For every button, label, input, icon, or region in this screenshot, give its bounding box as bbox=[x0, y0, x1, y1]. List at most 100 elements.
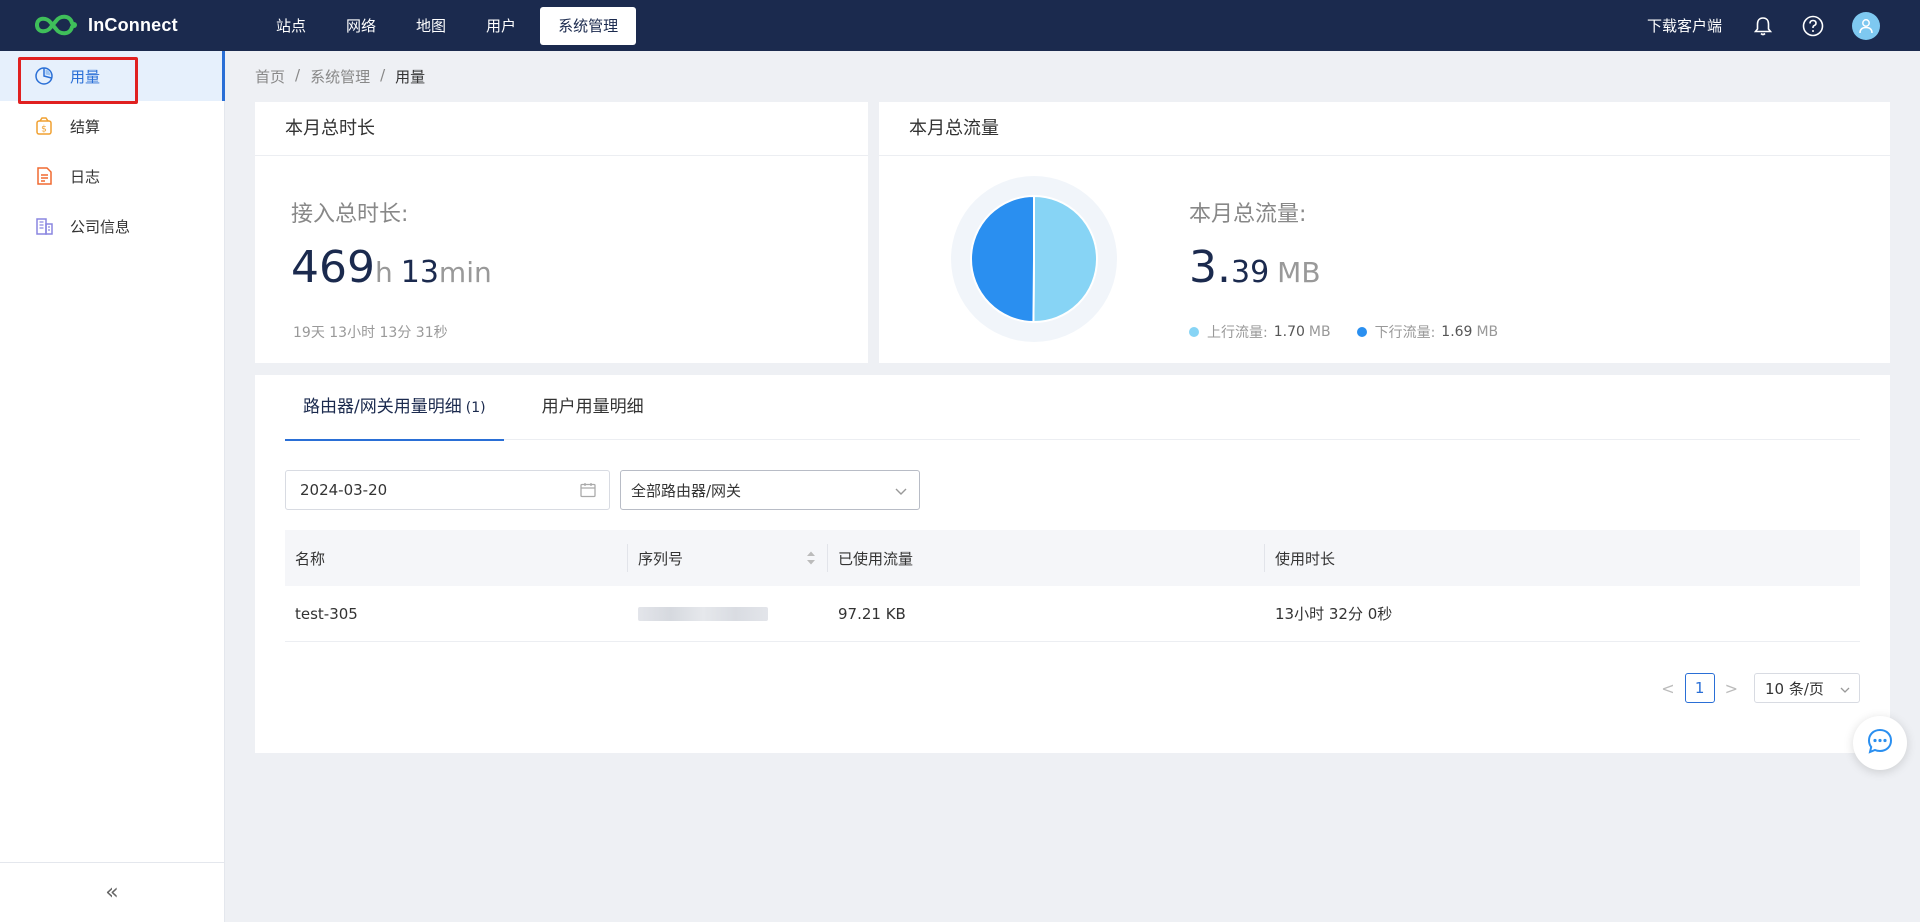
chevron-down-icon bbox=[1839, 682, 1851, 694]
pagination: < 1 > 10 条/页 bbox=[1651, 673, 1860, 703]
company-icon bbox=[34, 216, 54, 236]
nav-sites[interactable]: 站点 bbox=[260, 7, 322, 45]
device-select[interactable]: 全部路由器/网关 bbox=[620, 470, 920, 510]
help-icon[interactable] bbox=[1802, 15, 1824, 37]
tab-router-gateway-usage[interactable]: 路由器/网关用量明细 (1) bbox=[285, 375, 504, 441]
legend-upload-label: 上行流量: bbox=[1207, 325, 1268, 341]
usage-detail-card: 路由器/网关用量明细 (1) 用户用量明细 2024-03-20 全部路由器/网关… bbox=[255, 375, 1890, 753]
sidebar: 用量 $ 结算 日志 公司信息 « bbox=[0, 51, 225, 922]
log-icon bbox=[34, 166, 54, 186]
traffic-value: 3. 39 MB bbox=[1189, 242, 1321, 293]
pie-chart-icon bbox=[34, 66, 54, 86]
detail-tabs: 路由器/网关用量明细 (1) 用户用量明细 bbox=[285, 375, 1860, 441]
legend-download: 下行流量: 1.69 MB bbox=[1356, 322, 1499, 342]
legend-dot-upload bbox=[1189, 327, 1199, 337]
tab-label: 用户用量明细 bbox=[541, 397, 644, 417]
legend-upload-value: 1.70 bbox=[1273, 324, 1305, 340]
traffic-value-dec: 39 bbox=[1230, 255, 1270, 290]
card-title: 本月总流量 bbox=[879, 102, 1890, 156]
table-row[interactable]: test-305 97.21 KB 13小时 32分 0秒 bbox=[285, 586, 1860, 642]
traffic-legend: 上行流量: 1.70 MB 下行流量: 1.69 MB bbox=[1189, 322, 1524, 342]
breadcrumb-current: 用量 bbox=[395, 68, 426, 86]
redacted-serial bbox=[638, 606, 768, 621]
logo[interactable]: InConnect bbox=[34, 13, 178, 37]
sidebar-item-label: 用量 bbox=[70, 67, 101, 86]
breadcrumb-separator: / bbox=[295, 66, 301, 84]
duration-value: 469 h 13 min bbox=[291, 242, 492, 293]
card-title: 本月总时长 bbox=[255, 102, 868, 156]
sidebar-item-logs[interactable]: 日志 bbox=[0, 151, 224, 201]
bell-icon[interactable] bbox=[1752, 15, 1774, 37]
tab-label: 路由器/网关用量明细 bbox=[303, 397, 462, 417]
sidebar-item-label: 公司信息 bbox=[70, 217, 131, 236]
sidebar-item-label: 日志 bbox=[70, 167, 101, 186]
user-avatar-icon[interactable] bbox=[1852, 11, 1880, 40]
chat-icon bbox=[1866, 727, 1894, 759]
breadcrumb-section[interactable]: 系统管理 bbox=[310, 66, 370, 87]
duration-minutes: 13 bbox=[400, 255, 439, 290]
app-name: InConnect bbox=[88, 14, 178, 35]
pie-svg bbox=[951, 176, 1117, 342]
monthly-duration-card: 本月总时长 接入总时长: 469 h 13 min 19天 13小时 13分 3… bbox=[255, 102, 868, 363]
legend-download-value: 1.69 bbox=[1441, 324, 1473, 340]
chevron-down-icon bbox=[893, 483, 909, 499]
collapse-sidebar-button[interactable]: « bbox=[0, 862, 224, 922]
column-header-serial[interactable]: 序列号 bbox=[628, 530, 828, 586]
column-label: 名称 bbox=[295, 549, 326, 568]
usage-table: 名称 序列号 已使用流量 使用时长 test-305 97.21 KB 13小时… bbox=[285, 530, 1860, 642]
duration-detail: 19天 13小时 13分 31秒 bbox=[293, 325, 448, 341]
legend-dot-download bbox=[1356, 327, 1367, 337]
next-page-button[interactable]: > bbox=[1725, 679, 1738, 698]
legend-upload: 上行流量: 1.70 MB bbox=[1189, 322, 1331, 342]
column-divider bbox=[1264, 544, 1265, 572]
page-number-button[interactable]: 1 bbox=[1684, 673, 1715, 703]
column-label: 使用时长 bbox=[1275, 549, 1336, 568]
download-client-link[interactable]: 下载客户端 bbox=[1647, 15, 1722, 36]
duration-label: 接入总时长: bbox=[291, 202, 409, 227]
duration-hours: 469 bbox=[291, 242, 375, 293]
column-header-duration: 使用时长 bbox=[1265, 530, 1860, 586]
traffic-pie-chart bbox=[949, 174, 1119, 344]
logo-icon bbox=[34, 13, 78, 37]
prev-page-button[interactable]: < bbox=[1661, 679, 1674, 698]
traffic-unit: MB bbox=[1277, 256, 1321, 289]
legend-download-unit: MB bbox=[1476, 324, 1499, 340]
legend-upload-unit: MB bbox=[1308, 324, 1331, 340]
duration-minutes-unit: min bbox=[438, 256, 492, 289]
traffic-value-int: 3. bbox=[1189, 242, 1231, 293]
top-right-tools: 下载客户端 bbox=[1647, 0, 1920, 51]
cell-name: test-305 bbox=[295, 604, 358, 623]
column-label: 已使用流量 bbox=[838, 549, 914, 568]
top-bar: InConnect 站点 网络 地图 用户 系统管理 下载客户端 bbox=[0, 0, 1920, 51]
cell-traffic: 97.21 KB bbox=[838, 604, 906, 623]
device-select-value: 全部路由器/网关 bbox=[631, 481, 742, 500]
nav-map[interactable]: 地图 bbox=[400, 7, 462, 45]
nav-system-management[interactable]: 系统管理 bbox=[540, 6, 637, 45]
column-header-traffic: 已使用流量 bbox=[828, 530, 1265, 586]
date-picker[interactable]: 2024-03-20 bbox=[285, 470, 610, 510]
sidebar-item-billing[interactable]: $ 结算 bbox=[0, 101, 224, 151]
column-label: 序列号 bbox=[638, 549, 684, 568]
page-size-select[interactable]: 10 条/页 bbox=[1754, 673, 1860, 703]
breadcrumb: 首页 / 系统管理 / 用量 bbox=[255, 66, 435, 87]
duration-hours-unit: h bbox=[374, 256, 393, 289]
breadcrumb-home[interactable]: 首页 bbox=[255, 66, 285, 87]
svg-text:$: $ bbox=[41, 125, 47, 135]
sidebar-item-company-info[interactable]: 公司信息 bbox=[0, 201, 224, 251]
tab-count: (1) bbox=[465, 400, 486, 416]
main-nav: 站点 网络 地图 用户 系统管理 bbox=[260, 0, 644, 51]
page-size-value: 10 条/页 bbox=[1765, 679, 1824, 698]
chat-support-button[interactable] bbox=[1853, 716, 1907, 770]
sort-icon[interactable] bbox=[806, 550, 816, 566]
billing-icon: $ bbox=[34, 116, 54, 136]
date-value: 2024-03-20 bbox=[300, 481, 388, 499]
nav-users[interactable]: 用户 bbox=[470, 7, 532, 45]
monthly-traffic-card: 本月总流量 本月总流量: 3. 39 MB 上行流量: 1.70 MB 下行流量… bbox=[879, 102, 1890, 363]
calendar-icon bbox=[579, 481, 597, 499]
cell-duration: 13小时 32分 0秒 bbox=[1275, 605, 1393, 623]
sidebar-item-usage[interactable]: 用量 bbox=[0, 51, 225, 101]
traffic-label: 本月总流量: bbox=[1189, 202, 1307, 227]
nav-network[interactable]: 网络 bbox=[330, 7, 392, 45]
double-chevron-left-icon: « bbox=[105, 880, 119, 905]
tab-user-usage[interactable]: 用户用量明细 bbox=[524, 375, 662, 440]
